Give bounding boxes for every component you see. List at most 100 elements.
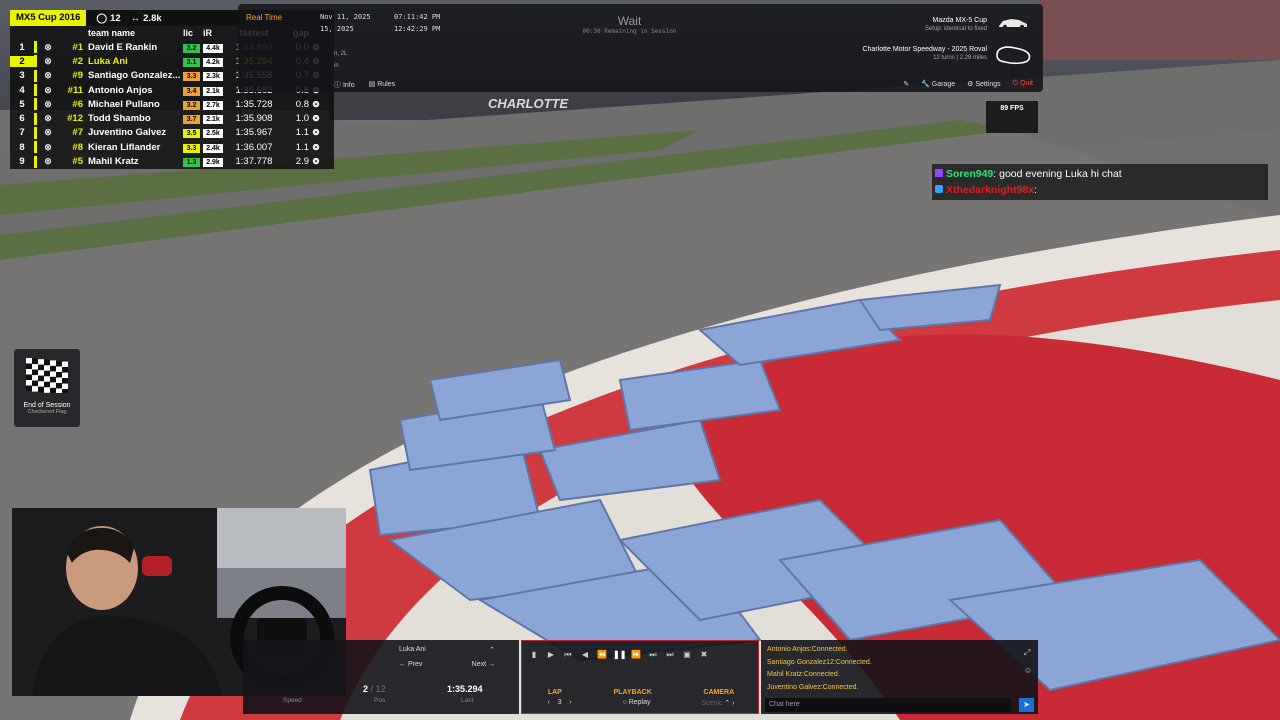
fast-forward-icon[interactable]: ⏩: [630, 650, 642, 660]
row-position: 4: [19, 84, 25, 96]
irating-badge: 2.1k: [203, 86, 223, 96]
chat-text: : good evening Luka hi chat: [993, 168, 1122, 180]
row-fastest-lap: 1:35.908: [235, 113, 273, 125]
leaderboard-row[interactable]: 9 ⊗ #5 Mahil Kratz 1.3 2.9k 1:37.778 2.9 ❂: [10, 154, 334, 168]
svg-text:CHARLOTTE: CHARLOTTE: [488, 96, 568, 111]
garage-button[interactable]: 🔧 Garage: [921, 80, 955, 88]
garage-label: Garage: [931, 81, 956, 88]
irating-badge: 2.1k: [203, 115, 223, 125]
rules-icon: ▤: [368, 81, 376, 88]
lap-selector[interactable]: ‹ 3 ›: [547, 699, 571, 707]
chat-message: Xthedarknight98x:: [935, 182, 1265, 198]
row-position: 5: [19, 98, 25, 110]
row-driver-name: Mahil Kratz: [88, 156, 139, 168]
next-label: Next: [471, 661, 487, 668]
playback-value: Replay: [628, 699, 651, 706]
camera-selector[interactable]: Scenic ⌃ ›: [701, 699, 734, 707]
prev-label: Prev: [407, 661, 423, 668]
irating-badge: 4.2k: [203, 57, 223, 67]
lap-label: LAP: [547, 689, 562, 696]
row-license: 3.1: [183, 56, 203, 67]
row-license: 3.2: [183, 42, 203, 53]
wrench-icon: 🔧: [921, 81, 930, 88]
license-badge: 3.3: [183, 143, 200, 153]
send-icon: ➤: [1023, 700, 1030, 709]
row-license: 1.3: [183, 156, 203, 168]
leaderboard-row[interactable]: 7 ⊗ #7 Juventino Galvez 3.5 2.5k 1:35.967 1.1 ❂: [10, 126, 334, 140]
driver-panel: Luka Ani ⌃ ← Prev Next → 2 / 12 1:35.294…: [243, 640, 519, 714]
settings-button[interactable]: ⚙ Settings: [967, 80, 1001, 88]
expand-icon[interactable]: ⤢: [1024, 644, 1032, 662]
power-icon: ⏻: [1012, 80, 1019, 87]
row-gap: 1.1: [295, 141, 309, 153]
prev-incident-icon[interactable]: ◀: [579, 650, 591, 660]
row-car-number: #7: [72, 127, 83, 139]
row-driver-name: Michael Pullano: [88, 98, 160, 110]
side-text-2: in: [334, 63, 339, 69]
playback-panel: ▮ ▶ ⏮ ◀ ⏪ ❚❚ ⏩ ⏭ ⏭ ▣ ✖ LAP PLAYBACK CAME…: [521, 640, 759, 714]
row-irating: 4.4k: [203, 42, 225, 53]
leaderboard-row[interactable]: 6 ⊗ #12 Todd Shambo 3.7 2.1k 1:35.908 1.0 ❂: [10, 111, 334, 125]
car-brand-icon: ⊗: [44, 55, 52, 66]
end-session-sub: Checkered Flag: [27, 409, 67, 415]
car-brand-icon: ⊗: [44, 141, 52, 152]
playback-controls: ▮ ▶ ⏮ ◀ ⏪ ❚❚ ⏩ ⏭ ⏭ ▣ ✖: [528, 650, 710, 660]
end-of-session-card: End of Session Checkered Flag: [14, 349, 80, 427]
row-fastest-lap: 1:35.967: [235, 127, 273, 139]
leaderboard-row[interactable]: 5 ⊗ #6 Michael Pullano 3.2 2.7k 1:35.728 0.8 ❂: [10, 97, 334, 111]
edit-icon[interactable]: ✎: [903, 80, 909, 88]
speed-label: Speed: [283, 697, 302, 704]
row-license: 3.2: [183, 99, 203, 110]
chat-input[interactable]: Chat here: [765, 698, 1011, 712]
people-icon[interactable]: ☺: [1024, 662, 1032, 680]
playback-selector[interactable]: ○ Replay: [623, 699, 651, 707]
row-position: 6: [19, 113, 25, 125]
next-icon[interactable]: ⏭: [647, 650, 659, 660]
row-driver-name: Todd Shambo: [88, 113, 151, 125]
next-driver-button[interactable]: Next →: [472, 661, 495, 668]
last-label: Last: [461, 697, 474, 704]
sof-value: 2.8k: [143, 12, 162, 24]
tools-icon[interactable]: ✖: [698, 650, 710, 660]
irating-badge: 4.4k: [203, 43, 223, 53]
series-name: MX5 Cup 2016: [10, 10, 87, 26]
row-license: 3.3: [183, 70, 203, 82]
rules-link[interactable]: ▤ Rules: [369, 80, 395, 90]
row-irating: 2.7k: [203, 99, 225, 110]
send-button[interactable]: ➤: [1019, 698, 1034, 712]
license-badge: 3.7: [183, 115, 200, 125]
pause-icon[interactable]: ❚❚: [613, 650, 626, 660]
license-badge: 3.4: [183, 86, 200, 96]
license-badge: 3.2: [183, 100, 200, 110]
info-link[interactable]: ⓘ Info: [334, 80, 355, 90]
prev-driver-button[interactable]: ← Prev: [399, 661, 422, 668]
row-fastest-lap: 1:35.728: [235, 98, 273, 110]
skip-end-icon[interactable]: ⏭: [664, 650, 676, 660]
info-label: Info: [342, 82, 355, 89]
top-actions: ✎ 🔧 Garage ⚙ Settings ⏻ Quit: [903, 80, 1033, 88]
sim-chat-log: Antonio Anjos:Connected. Santiago Gonzal…: [767, 644, 872, 694]
selected-driver: Luka Ani: [399, 646, 426, 653]
session-state: Wait: [617, 14, 642, 28]
column-team: team name: [88, 28, 136, 38]
quit-button[interactable]: ⏻ Quit: [1013, 80, 1033, 88]
camera-icon[interactable]: ▣: [681, 650, 693, 660]
leaderboard-row[interactable]: 8 ⊗ #8 Kieran Liflander 3.3 2.4k 1:36.007 1.1 ❂: [10, 140, 334, 154]
irating-badge: 2.4k: [203, 143, 223, 153]
session-topbar: Real Time Nov 11, 2025 15, 2025 07:11:42…: [238, 4, 1043, 92]
row-irating: 2.1k: [203, 113, 225, 125]
row-irating: 4.2k: [203, 56, 225, 67]
car-name: Mazda MX-5 Cup: [932, 17, 987, 24]
driver-selector[interactable]: Luka Ani ⌃: [399, 646, 495, 654]
car-brand-icon: ⊗: [44, 84, 52, 95]
lap-value: 3: [557, 699, 562, 706]
skip-start-icon[interactable]: ⏮: [562, 650, 574, 660]
chat-username: Soren949: [946, 168, 994, 180]
row-car-number: #12: [67, 113, 83, 125]
rewind-icon[interactable]: ⏪: [596, 650, 608, 660]
track-meta: 12 turns | 2.28 miles: [933, 55, 987, 61]
step-back-icon[interactable]: ▮: [528, 650, 540, 660]
row-driver-name: Luka Ani: [88, 55, 128, 67]
row-car-number: #6: [72, 98, 83, 110]
frame-forward-icon[interactable]: ▶: [545, 650, 557, 660]
